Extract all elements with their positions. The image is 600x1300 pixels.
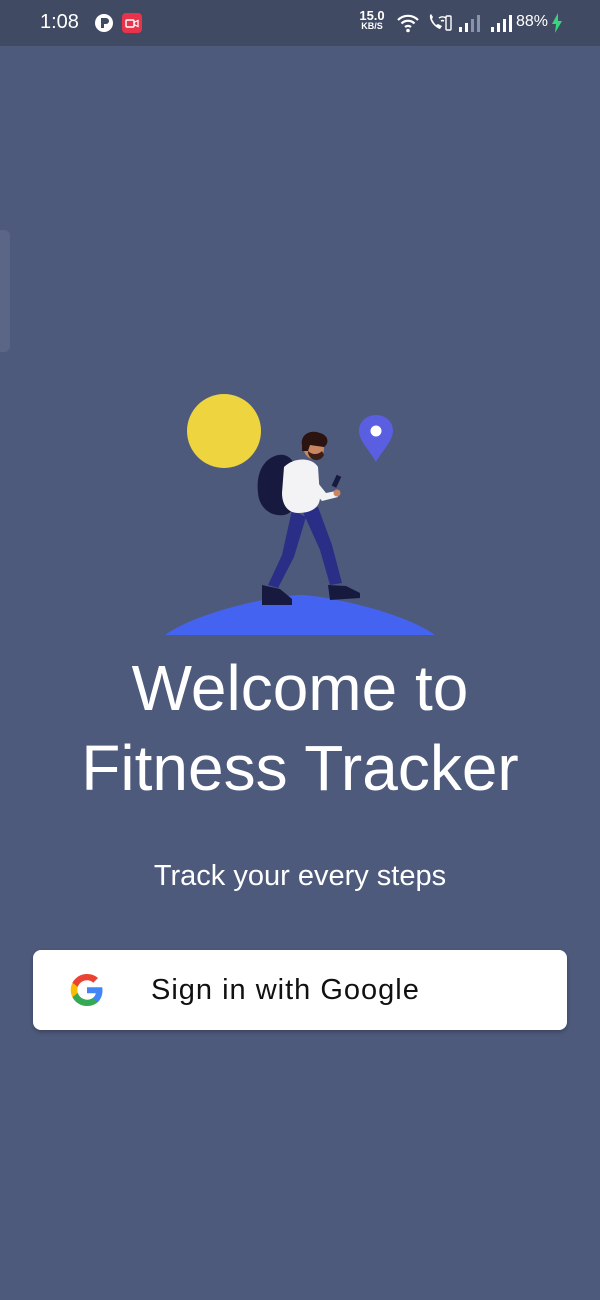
- network-speed: 15.0 KB/S: [358, 9, 386, 31]
- signal-icon: [491, 15, 512, 32]
- google-icon: [70, 974, 103, 1006]
- ground-shape: [165, 595, 435, 635]
- screen-record-icon: [122, 13, 142, 33]
- wifi-calling-icon: [429, 14, 452, 31]
- status-time: 1:08: [40, 11, 79, 33]
- status-bar: 1:08 15.0 KB/S 88%: [0, 0, 600, 46]
- wifi-icon: [397, 14, 419, 33]
- app-icon: [95, 14, 113, 32]
- sign-in-google-button[interactable]: Sign in with Google: [33, 950, 567, 1030]
- welcome-subtitle: Track your every steps: [153, 860, 447, 892]
- battery-level: 88%: [516, 13, 549, 30]
- hiker-illustration: [165, 394, 435, 635]
- location-pin-icon: [359, 415, 393, 462]
- edge-panel-handle[interactable]: [0, 230, 10, 352]
- welcome-screen: 1:08 15.0 KB/S 88% Welcome to Fitness Tr…: [0, 0, 600, 1300]
- welcome-title-line2: Fitness Tracker: [81, 732, 519, 804]
- charging-icon: [552, 13, 562, 33]
- sun-shape: [187, 394, 261, 468]
- network-speed-unit: KB/S: [361, 21, 383, 31]
- sign-in-google-label: Sign in with Google: [151, 974, 420, 1006]
- welcome-title: Welcome to Fitness Tracker: [0, 648, 600, 808]
- welcome-title-line1: Welcome to: [131, 652, 469, 724]
- signal-icon: [459, 15, 480, 32]
